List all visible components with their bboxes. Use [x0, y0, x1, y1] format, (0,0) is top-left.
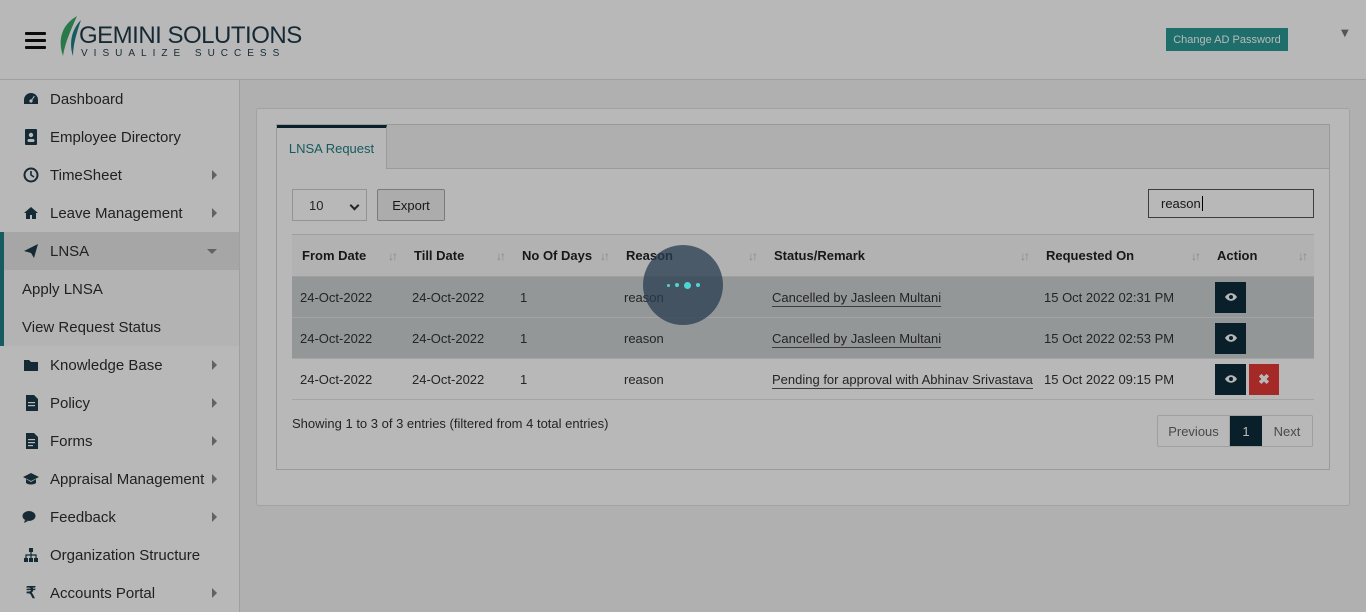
- loading-spinner-icon: [643, 245, 723, 325]
